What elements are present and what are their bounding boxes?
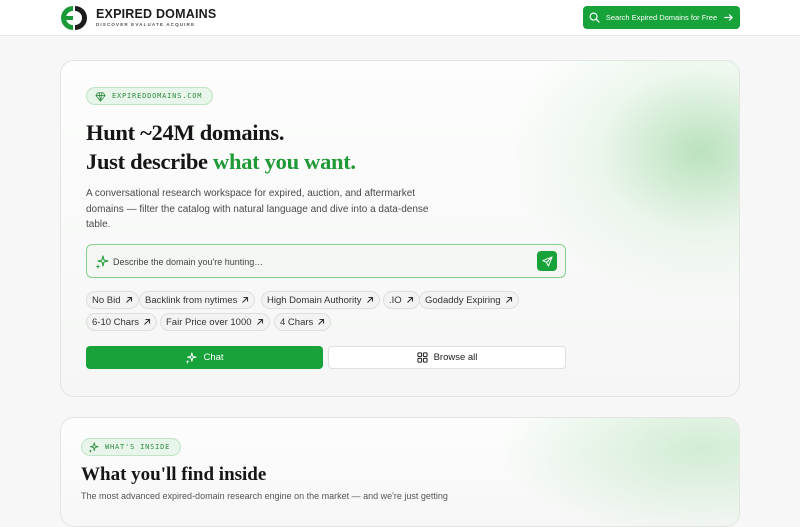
chip-backlink-nytimes[interactable]: Backlink from nytimes <box>139 291 256 309</box>
grid-icon <box>416 352 428 363</box>
chip-4-chars[interactable]: 4 Chars <box>274 313 332 331</box>
search-domains-label: Search Expired Domains for Free <box>605 13 718 22</box>
whats-inside-badge: WHAT'S INSIDE <box>81 438 182 456</box>
arrow-up-right-icon <box>256 318 263 325</box>
hero-title-line2: Just describe what you want. <box>86 149 356 174</box>
arrow-right-icon <box>724 14 733 21</box>
arrow-up-right-icon <box>125 296 132 303</box>
whats-inside-title: What you'll find inside <box>81 464 267 485</box>
arrow-up-right-icon <box>366 296 373 303</box>
arrow-up-right-icon <box>505 296 512 303</box>
arrow-up-right-icon <box>242 296 249 303</box>
whats-inside-card: WHAT'S INSIDE What you'll find inside Th… <box>60 417 740 527</box>
arrow-up-right-icon <box>144 318 151 325</box>
hero-card: EXPIREDDOMAINS.COM Hunt ~24M domains. Ju… <box>60 60 740 397</box>
chip-fair-price-over-1000[interactable]: Fair Price over 1000 <box>160 313 270 331</box>
whats-inside-badge-label: WHAT'S INSIDE <box>105 443 171 451</box>
logo[interactable]: EXPIRED DOMAINS DISCOVER EVALUATE ACQUIR… <box>60 5 216 31</box>
sparkle-icon <box>185 351 198 364</box>
hero-title-highlight: what you want. <box>213 149 356 174</box>
chip-io[interactable]: .IO <box>383 291 420 309</box>
search-icon <box>589 12 600 23</box>
logo-tagline: DISCOVER EVALUATE ACQUIRE <box>96 21 196 27</box>
browse-all-label: Browse all <box>433 352 478 363</box>
chat-button[interactable]: Chat <box>86 346 323 369</box>
prompt-input[interactable] <box>113 254 533 270</box>
send-icon <box>541 255 553 267</box>
send-button[interactable] <box>537 251 557 271</box>
chip-high-domain-authority[interactable]: High Domain Authority <box>261 291 380 309</box>
sparkle-icon <box>88 441 99 453</box>
sparkle-icon <box>95 255 109 269</box>
arrow-up-right-icon <box>406 296 413 303</box>
browse-all-button[interactable]: Browse all <box>328 346 566 369</box>
search-domains-button[interactable]: Search Expired Domains for Free <box>583 6 740 29</box>
chip-godaddy-expiring[interactable]: Godaddy Expiring <box>419 291 519 309</box>
chip-6-10-chars[interactable]: 6-10 Chars <box>86 313 157 331</box>
chat-label: Chat <box>203 352 224 363</box>
hero-title: Hunt ~24M domains. Just describe what yo… <box>86 118 356 176</box>
logo-name: EXPIRED DOMAINS <box>96 7 217 22</box>
arrow-up-right-icon <box>318 318 325 325</box>
hero-title-line1: Hunt ~24M domains. <box>86 120 285 145</box>
prompt-box[interactable] <box>86 244 566 278</box>
top-navbar: EXPIRED DOMAINS DISCOVER EVALUATE ACQUIR… <box>0 0 800 36</box>
hero-badge-label: EXPIREDDOMAINS.COM <box>112 92 203 100</box>
hero-description: A conversational research workspace for … <box>86 188 429 230</box>
hero-badge: EXPIREDDOMAINS.COM <box>86 87 214 105</box>
diamond-icon <box>95 91 106 101</box>
chip-no-bid[interactable]: No Bid <box>86 291 139 309</box>
logo-icon <box>61 6 87 30</box>
